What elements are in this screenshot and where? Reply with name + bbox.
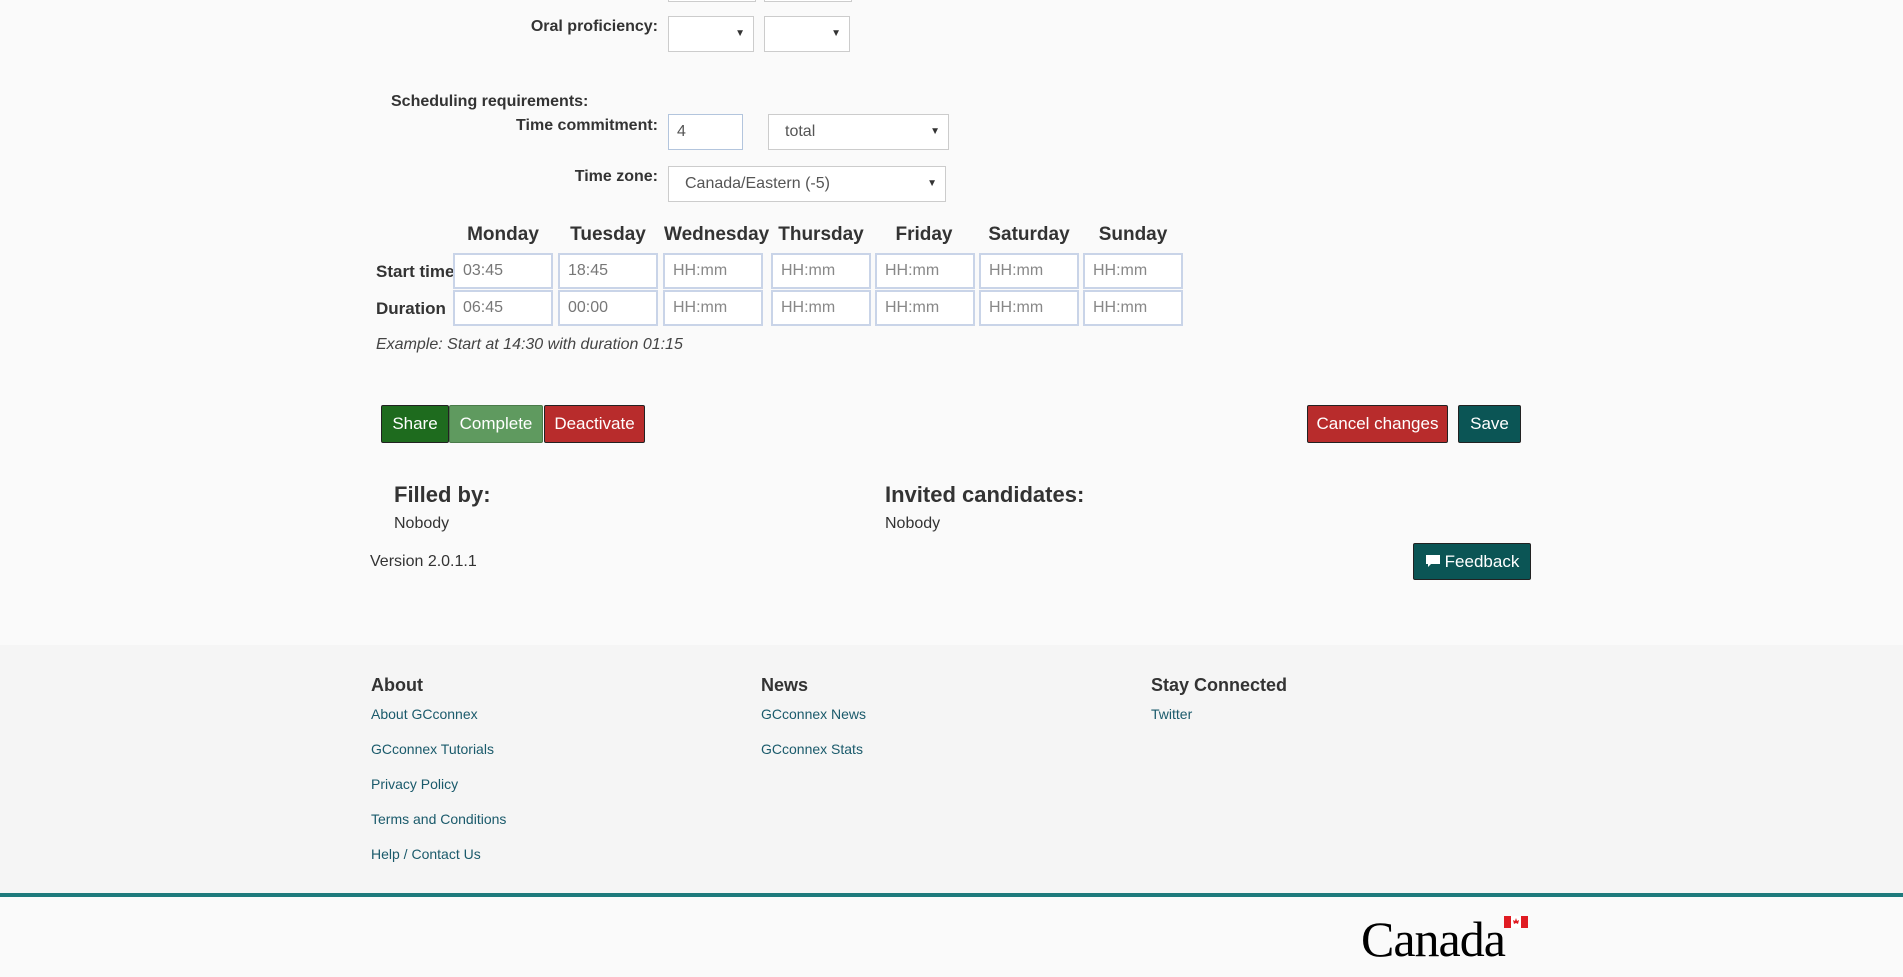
start-time-friday-input[interactable]: HH:mm (875, 253, 975, 289)
caret-down-icon: ▼ (735, 28, 745, 39)
start-time-label: Start time (376, 262, 455, 281)
duration-label: Duration (376, 299, 446, 318)
day-header-wednesday: Wednesday (664, 224, 770, 245)
duration-saturday-input[interactable]: HH:mm (979, 290, 1079, 326)
footer-link-terms[interactable]: Terms and Conditions (371, 811, 506, 827)
footer-stay-connected-heading: Stay Connected (1151, 675, 1288, 695)
footer-link-twitter[interactable]: Twitter (1151, 706, 1192, 722)
caret-down-icon: ▼ (930, 126, 940, 137)
start-time-saturday-input[interactable]: HH:mm (979, 253, 1079, 289)
footer-news-heading: News (761, 675, 809, 695)
invited-candidates-heading: Invited candidates: (885, 482, 1085, 507)
canada-wordmark-logo: Canada (1361, 907, 1531, 967)
save-button[interactable]: Save (1458, 405, 1521, 443)
time-zone-select[interactable]: Canada/Eastern (-5) ▼ (668, 166, 946, 202)
duration-friday-input[interactable]: HH:mm (875, 290, 975, 326)
day-header-monday: Monday (467, 224, 539, 245)
caret-down-icon: ▼ (927, 178, 937, 189)
duration-thursday-input[interactable]: HH:mm (771, 290, 871, 326)
time-commitment-unit-select[interactable]: total ▼ (768, 114, 949, 150)
share-button[interactable]: Share (381, 405, 449, 443)
duration-monday-input[interactable]: 06:45 (453, 290, 553, 326)
footer-about-heading: About (371, 675, 423, 695)
scheduling-requirements-label: Scheduling requirements: (391, 93, 589, 110)
previous-select-1[interactable] (668, 0, 756, 2)
oral-proficiency-label: Oral proficiency: (530, 18, 658, 35)
footer-link-help-contact[interactable]: Help / Contact Us (371, 846, 481, 862)
time-zone-value: Canada/Eastern (-5) (685, 175, 830, 192)
start-time-sunday-input[interactable]: HH:mm (1083, 253, 1183, 289)
day-header-friday: Friday (895, 224, 953, 245)
day-header-sunday: Sunday (1098, 224, 1168, 245)
start-time-tuesday-input[interactable]: 18:45 (558, 253, 658, 289)
time-zone-label: Time zone: (574, 168, 658, 185)
schedule-example-text: Example: Start at 14:30 with duration 01… (376, 336, 683, 353)
oral-proficiency-level-select-2[interactable]: ▼ (764, 16, 850, 52)
canada-wordmark-text: Canada (1361, 911, 1506, 967)
footer-bottom-bar (0, 897, 1903, 977)
oral-proficiency-level-select-1[interactable]: ▼ (668, 16, 754, 52)
version-text: Version 2.0.1.1 (370, 553, 477, 570)
footer-link-about-gcconnex[interactable]: About GCconnex (371, 706, 478, 722)
footer-link-news[interactable]: GCconnex News (761, 706, 866, 722)
start-time-monday-input[interactable]: 03:45 (453, 253, 553, 289)
duration-wednesday-input[interactable]: HH:mm (663, 290, 763, 326)
start-time-thursday-input[interactable]: HH:mm (771, 253, 871, 289)
previous-select-2[interactable] (764, 0, 852, 2)
footer-link-stats[interactable]: GCconnex Stats (761, 741, 863, 757)
duration-sunday-input[interactable]: HH:mm (1083, 290, 1183, 326)
filled-by-heading: Filled by: (394, 482, 491, 507)
footer (0, 645, 1903, 893)
complete-button[interactable]: Complete (449, 405, 543, 443)
time-commitment-input[interactable]: 4 (668, 114, 743, 150)
feedback-label: Feedback (1444, 552, 1520, 571)
footer-link-tutorials[interactable]: GCconnex Tutorials (371, 741, 494, 757)
invited-candidates-value: Nobody (885, 515, 941, 532)
footer-link-privacy-policy[interactable]: Privacy Policy (371, 776, 458, 792)
comment-icon (1425, 555, 1440, 567)
day-header-thursday: Thursday (778, 224, 864, 245)
duration-tuesday-input[interactable]: 00:00 (558, 290, 658, 326)
time-commitment-label: Time commitment: (516, 117, 658, 134)
cancel-changes-button[interactable]: Cancel changes (1307, 405, 1448, 443)
time-commitment-unit-value: total (785, 123, 816, 140)
feedback-button[interactable]: Feedback (1413, 543, 1531, 580)
caret-down-icon: ▼ (831, 28, 841, 39)
day-header-tuesday: Tuesday (570, 224, 646, 245)
start-time-wednesday-input[interactable]: HH:mm (663, 253, 763, 289)
deactivate-button[interactable]: Deactivate (544, 405, 645, 443)
day-header-saturday: Saturday (988, 224, 1070, 245)
filled-by-value: Nobody (394, 515, 450, 532)
